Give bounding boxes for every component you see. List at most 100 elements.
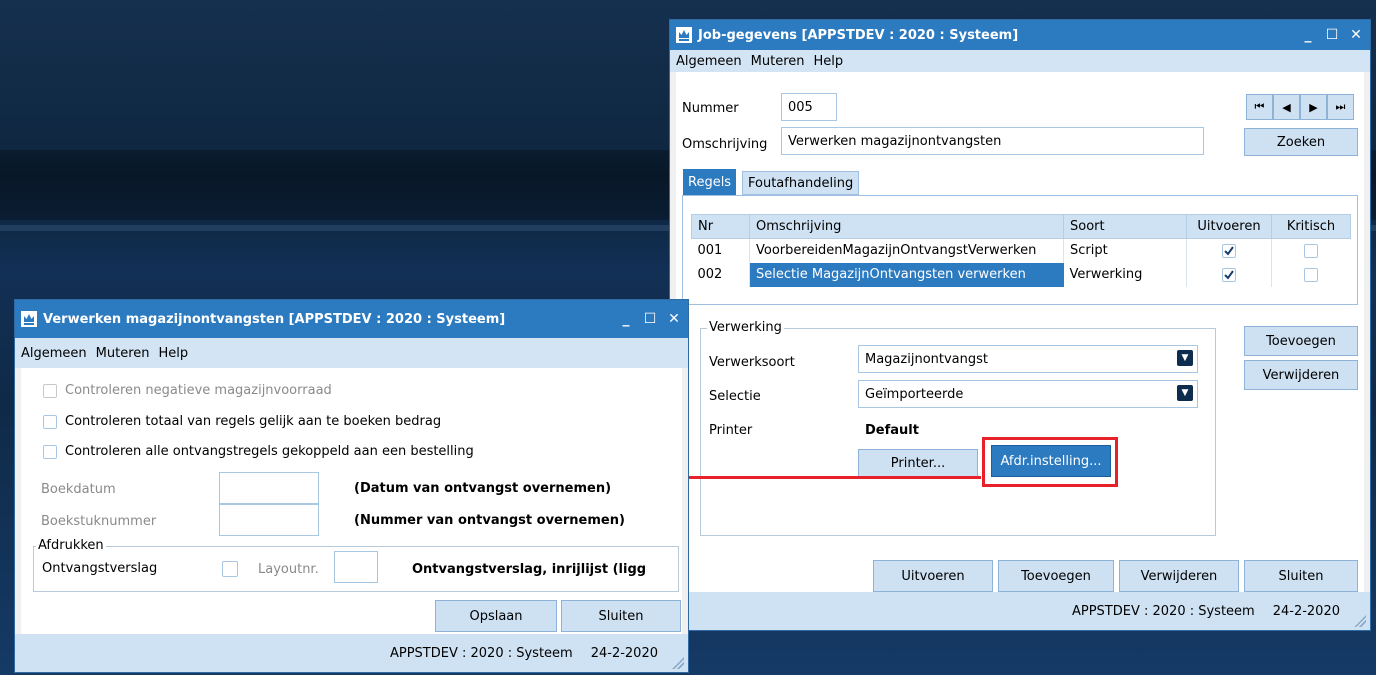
main-statusbar: APPSTDEV : 2020 : Systeem 24-2-2020 (670, 592, 1370, 630)
boekdatum-label: Boekdatum (41, 482, 116, 497)
verwerksoort-label: Verwerksoort (709, 355, 795, 370)
regels-tab-panel: Nr Omschrijving Soort Uitvoeren Kritisch… (682, 195, 1358, 305)
first-record-button[interactable]: ⏮ (1246, 94, 1273, 120)
nummer-field[interactable]: 005 (781, 93, 837, 121)
checkbox-label: Controleren alle ontvangstregels gekoppe… (65, 444, 474, 459)
verwerking-group-label: Verwerking (707, 320, 784, 335)
checkbox-negatieve-voorraad[interactable] (43, 384, 57, 398)
verwerken-window: Verwerken magazijnontvangsten [APPSTDEV … (15, 300, 688, 672)
column-header-soort[interactable]: Soort (1063, 214, 1187, 239)
dropdown-arrow-icon[interactable]: ▼ (1177, 350, 1193, 366)
printer-label: Printer (709, 423, 753, 438)
nummer-label: Nummer (682, 101, 739, 116)
column-header-uitvoeren[interactable]: Uitvoeren (1186, 214, 1272, 239)
ontvangstverslag-label: Ontvangstverslag (42, 561, 158, 576)
opslaan-button[interactable]: Opslaan (435, 600, 557, 632)
selected-cell[interactable]: Selectie MagazijnOntvangsten verwerken (749, 262, 1064, 287)
sub-titlebar[interactable]: Verwerken magazijnontvangsten [APPSTDEV … (15, 300, 688, 338)
main-client-area: Nummer 005 Omschrijving Verwerken magazi… (676, 72, 1364, 592)
minimize-icon[interactable]: _ (616, 311, 636, 327)
maximize-icon[interactable]: ☐ (640, 311, 660, 327)
close-icon[interactable]: ✕ (664, 311, 684, 327)
boekdatum-note: (Datum van ontvangst overnemen) (354, 481, 612, 496)
dropdown-arrow-icon[interactable]: ▼ (1177, 385, 1193, 401)
boekdatum-field[interactable] (219, 472, 319, 504)
afdrukken-group-label: Afdrukken (36, 538, 106, 553)
toevoegen-side-button[interactable]: Toevoegen (1244, 326, 1358, 356)
annotation-connector-line (676, 476, 981, 479)
verwerksoort-select[interactable]: Magazijnontvangst ▼ (858, 345, 1198, 373)
job-gegevens-window: Job-gegevens [APPSTDEV : 2020 : Systeem]… (670, 20, 1370, 630)
toevoegen-button[interactable]: Toevoegen (998, 560, 1114, 592)
omschrijving-field[interactable]: Verwerken magazijnontvangsten (781, 127, 1204, 155)
verwerking-group: Verwerking Verwerksoort Magazijnontvangs… (700, 320, 1216, 536)
menu-help[interactable]: Help (159, 346, 189, 361)
checkmark-icon (1224, 269, 1234, 280)
layoutnr-label: Layoutnr. (258, 562, 319, 577)
checkbox-label: Controleren negatieve magazijnvoorraad (65, 383, 332, 398)
kritisch-checkbox[interactable] (1304, 267, 1319, 282)
uitvoeren-button[interactable]: Uitvoeren (873, 560, 993, 592)
close-icon[interactable]: ✕ (1346, 27, 1366, 43)
ontvangstverslag-note: Ontvangstverslag, inrijlijst (ligg (412, 562, 647, 577)
main-titlebar[interactable]: Job-gegevens [APPSTDEV : 2020 : Systeem]… (670, 20, 1370, 50)
next-record-button[interactable]: ▶ (1300, 94, 1327, 120)
zoeken-button[interactable]: Zoeken (1244, 128, 1358, 156)
afdrukken-group: Afdrukken Ontvangstverslag Layoutnr. Ont… (33, 538, 679, 592)
checkbox-ontvangstregels[interactable] (43, 445, 57, 459)
last-record-button[interactable]: ⏭ (1327, 94, 1354, 120)
table-row[interactable]: 002 Selectie MagazijnOntvangsten verwerk… (691, 262, 1351, 287)
printer-value: Default (865, 423, 919, 438)
status-text: APPSTDEV : 2020 : Systeem (1071, 603, 1255, 619)
selectie-select[interactable]: Geïmporteerde ▼ (858, 380, 1198, 408)
checkmark-icon (1224, 246, 1234, 256)
main-menubar: Algemeen Muteren Help (670, 50, 1370, 72)
main-window-title: Job-gegevens [APPSTDEV : 2020 : Systeem] (698, 27, 1019, 43)
menu-algemeen[interactable]: Algemeen (21, 346, 87, 361)
boekstuknummer-label: Boekstuknummer (41, 514, 157, 529)
menu-muteren[interactable]: Muteren (751, 54, 805, 69)
boekstuknummer-note: (Nummer van ontvangst overnemen) (354, 513, 625, 528)
prev-record-button[interactable]: ◀ (1273, 94, 1300, 120)
afdr-instelling-button[interactable]: Afdr.instelling... (991, 445, 1111, 477)
regels-grid: Nr Omschrijving Soort Uitvoeren Kritisch… (691, 214, 1351, 287)
maximize-icon[interactable]: ☐ (1322, 27, 1342, 43)
table-row[interactable]: 001 VoorbereidenMagazijnOntvangstVerwerk… (691, 238, 1351, 263)
column-header-kritisch[interactable]: Kritisch (1271, 214, 1351, 239)
app-logo-icon (21, 311, 37, 327)
selectie-label: Selectie (709, 389, 761, 404)
sluiten-button[interactable]: Sluiten (1244, 560, 1358, 592)
sub-menubar: Algemeen Muteren Help (15, 338, 688, 368)
minimize-icon[interactable]: _ (1298, 27, 1318, 43)
app-logo-icon (676, 27, 692, 43)
tab-foutafhandeling[interactable]: Foutafhandeling (742, 171, 860, 195)
verwijderen-button[interactable]: Verwijderen (1119, 560, 1239, 592)
resize-grip-icon[interactable] (1354, 615, 1366, 627)
boekstuknummer-field[interactable] (219, 504, 319, 536)
checkbox-totaal-regels[interactable] (43, 415, 57, 429)
layoutnr-field[interactable] (334, 551, 378, 583)
omschrijving-label: Omschrijving (682, 137, 768, 152)
status-date: 24-2-2020 (590, 645, 658, 661)
status-text: APPSTDEV : 2020 : Systeem (389, 645, 573, 661)
sub-client-area: Controleren negatieve magazijnvoorraad C… (21, 368, 682, 634)
printer-button[interactable]: Printer... (858, 449, 978, 477)
verwijderen-side-button[interactable]: Verwijderen (1244, 360, 1358, 390)
uitvoeren-checkbox[interactable] (1222, 243, 1236, 258)
sluiten-sub-button[interactable]: Sluiten (561, 600, 681, 632)
menu-help[interactable]: Help (814, 54, 844, 69)
menu-muteren[interactable]: Muteren (96, 346, 150, 361)
tab-regels[interactable]: Regels (683, 169, 737, 195)
ontvangstverslag-checkbox[interactable] (222, 561, 238, 577)
menu-algemeen[interactable]: Algemeen (676, 54, 742, 69)
column-header-nr[interactable]: Nr (691, 214, 750, 239)
uitvoeren-checkbox[interactable] (1222, 267, 1236, 282)
kritisch-checkbox[interactable] (1304, 243, 1319, 258)
sub-statusbar: APPSTDEV : 2020 : Systeem 24-2-2020 (15, 634, 688, 672)
column-header-omschrijving[interactable]: Omschrijving (749, 214, 1064, 239)
sub-window-title: Verwerken magazijnontvangsten [APPSTDEV … (43, 311, 506, 327)
record-navigator: ⏮ ◀ ▶ ⏭ (1246, 94, 1356, 120)
status-date: 24-2-2020 (1272, 603, 1340, 619)
checkbox-label: Controleren totaal van regels gelijk aan… (65, 414, 442, 429)
resize-grip-icon[interactable] (672, 657, 684, 669)
